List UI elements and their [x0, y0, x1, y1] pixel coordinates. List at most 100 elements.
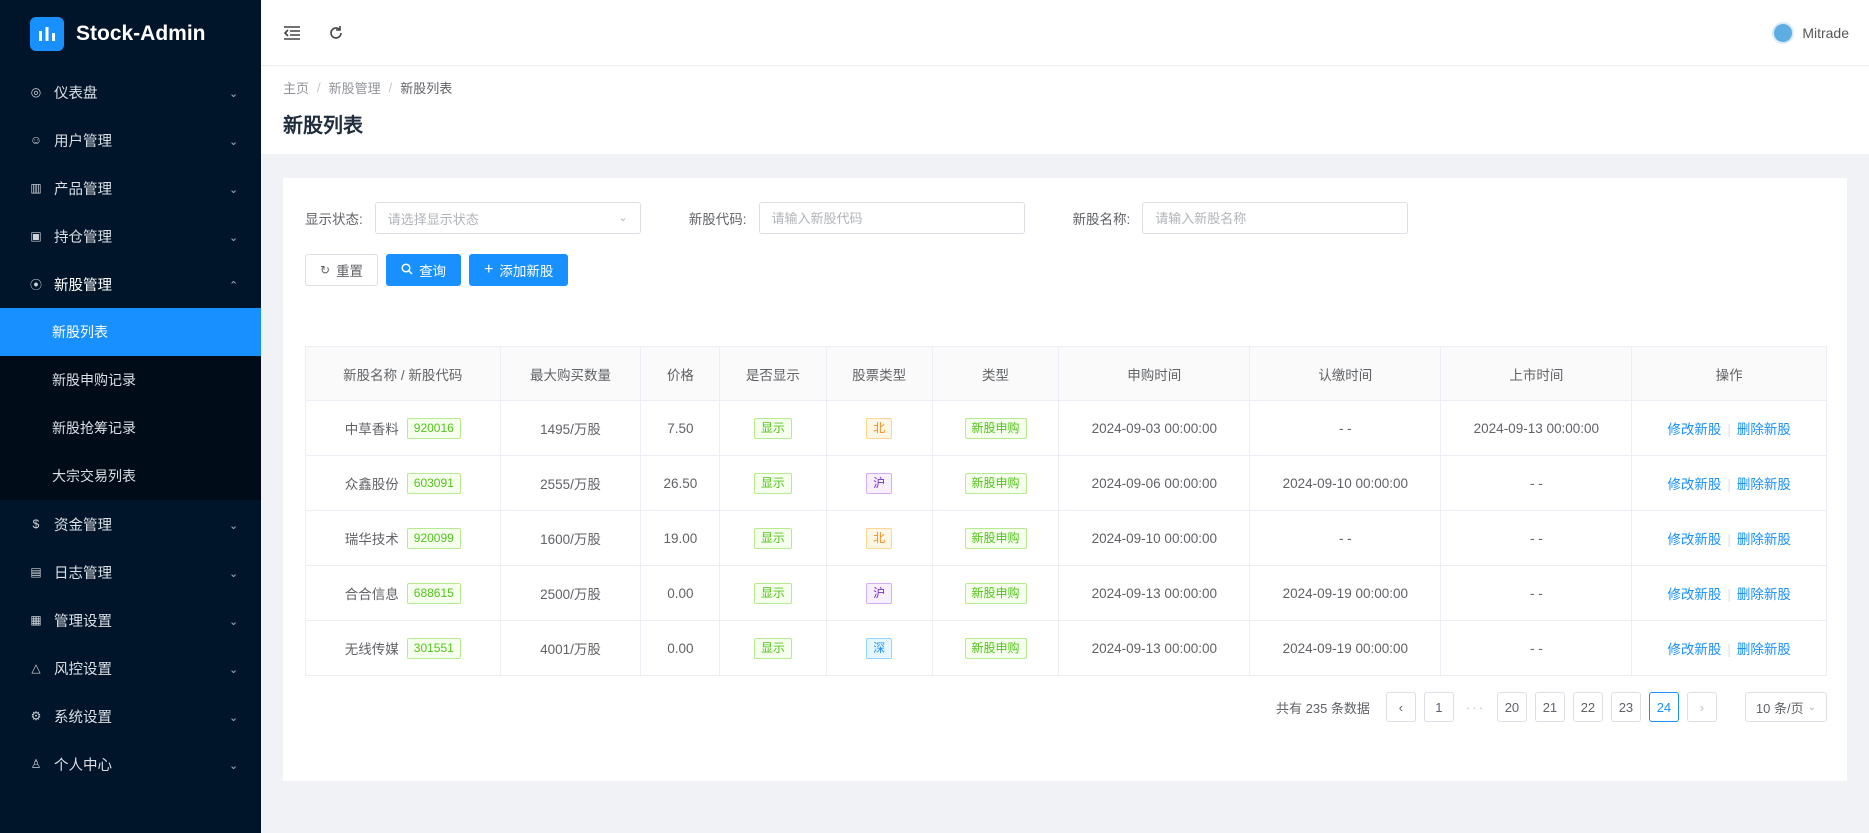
breadcrumb-home[interactable]: 主页 [283, 78, 309, 97]
status-select[interactable]: 请选择显示状态 ⌄ [374, 202, 641, 234]
page-title: 新股列表 [283, 115, 363, 137]
chevron-down-icon: ⌄ [1807, 701, 1816, 713]
sidebar-item-1[interactable]: ☺ 用户管理 ⌄ [0, 116, 261, 164]
edit-ipo-link[interactable]: 修改新股 [1667, 587, 1721, 602]
plus-icon: + [484, 261, 494, 278]
edit-ipo-link[interactable]: 修改新股 [1667, 477, 1721, 492]
reset-button[interactable]: ↻ 重置 [305, 254, 379, 286]
delete-ipo-link[interactable]: 删除新股 [1737, 587, 1791, 602]
sidebar-subitem-1[interactable]: 新股申购记录 [0, 356, 261, 404]
sidebar-item-label: 管理设置 [54, 613, 112, 630]
page-button[interactable]: 20 [1496, 692, 1527, 722]
stock-name: 瑞华技术 [344, 532, 399, 547]
stock-name: 众鑫股份 [344, 477, 399, 492]
price: 7.50 [640, 400, 721, 456]
page-button[interactable]: 1 [1423, 692, 1454, 722]
reset-icon: ↻ [320, 263, 331, 277]
stock-code-tag: 688615 [406, 582, 461, 604]
sidebar-subitem-3[interactable]: 大宗交易列表 [0, 452, 261, 500]
column-header: 类型 [931, 346, 1060, 401]
sidebar-item-8[interactable]: △ 风控设置 ⌄ [0, 644, 261, 692]
admin-icon: ▦ [30, 613, 42, 627]
market-tag: 沪 [866, 472, 893, 494]
sidebar-item-3[interactable]: ▣ 持仓管理 ⌄ [0, 212, 261, 260]
apply-time: 2024-09-13 00:00:00 [1058, 620, 1251, 676]
next-page-button[interactable]: › [1686, 692, 1717, 722]
action-buttons: ↻ 重置 查询 + 添加新股 [305, 254, 1825, 286]
add-ipo-button[interactable]: + 添加新股 [469, 254, 569, 286]
sidebar: Stock-Admin ◎ 仪表盘 ⌄ ☺ 用户管理 ⌄ ▥ 产品管理 ⌄ ▣ 持仓管理 ⌄ ⦿ 新股管理… [0, 0, 261, 833]
brand[interactable]: Stock-Admin [0, 0, 261, 68]
page-button[interactable]: 24 [1648, 692, 1679, 722]
user-menu[interactable]: Mitrade [1772, 21, 1849, 44]
query-button[interactable]: 查询 [386, 254, 462, 286]
sidebar-item-5[interactable]: $ 资金管理 ⌄ [0, 500, 261, 548]
chevron-down-icon: ⌄ [229, 88, 239, 100]
sidebar-item-label: 风控设置 [54, 661, 112, 678]
page-button[interactable]: 23 [1610, 692, 1641, 722]
type-tag: 新股申购 [964, 637, 1027, 659]
stock-name: 无线传媒 [344, 642, 399, 657]
position-icon: ▣ [30, 229, 42, 243]
apply-time: 2024-09-10 00:00:00 [1058, 510, 1251, 566]
brand-title: Stock-Admin [76, 22, 206, 45]
listing-time: - - [1440, 510, 1633, 566]
delete-ipo-link[interactable]: 删除新股 [1737, 532, 1791, 547]
pagination: 共有 235 条数据 ‹ 1 ··· 20 21 22 23 24 › 10 条/页 ⌄ [305, 692, 1827, 722]
stock-code-tag: 920099 [406, 527, 461, 549]
pay-time: - - [1249, 510, 1442, 566]
sidebar-item-6[interactable]: ▤ 日志管理 ⌄ [0, 548, 261, 596]
apply-time: 2024-09-13 00:00:00 [1058, 565, 1251, 621]
sidebar-item-2[interactable]: ▥ 产品管理 ⌄ [0, 164, 261, 212]
sidebar-item-4[interactable]: ⦿ 新股管理 ⌃ [0, 260, 261, 308]
price: 0.00 [640, 565, 721, 621]
more-pages-icon[interactable]: ··· [1466, 700, 1485, 715]
max-quantity: 1495/万股 [499, 400, 642, 456]
sidebar-item-9[interactable]: ⚙ 系统设置 ⌄ [0, 692, 261, 740]
type-tag: 新股申购 [964, 417, 1027, 439]
max-quantity: 4001/万股 [499, 620, 642, 676]
prev-page-button[interactable]: ‹ [1385, 692, 1416, 722]
name-input[interactable] [1142, 202, 1409, 234]
pay-time: 2024-09-10 00:00:00 [1249, 455, 1442, 511]
topbar: Mitrade [261, 0, 1869, 66]
ipo-icon: ⦿ [29, 277, 42, 292]
breadcrumb-section[interactable]: 新股管理 [329, 78, 381, 97]
sidebar-item-label: 资金管理 [54, 517, 112, 534]
column-header: 是否显示 [719, 346, 827, 401]
chevron-down-icon: ⌄ [229, 712, 239, 724]
table-row: 中草香料 920016 1495/万股 7.50 显示 北 新股申购 2024-09-03 0… [305, 400, 1827, 456]
table-header-row: 新股名称 / 新股代码 最大购买数量 价格 是否显示 股票类型 类型 申购时间 认缴时间 上市时… [305, 346, 1827, 401]
table-row: 无线传媒 301551 4001/万股 0.00 显示 深 新股申购 2024-09-13 0… [305, 620, 1827, 676]
chevron-down-icon: ⌄ [229, 184, 239, 196]
sidebar-item-label: 用户管理 [54, 133, 112, 150]
refresh-icon[interactable] [325, 22, 347, 44]
edit-ipo-link[interactable]: 修改新股 [1667, 422, 1721, 437]
market-tag: 沪 [866, 582, 893, 604]
page-size-select[interactable]: 10 条/页 ⌄ [1744, 692, 1827, 722]
sidebar-item-label: 新股管理 [54, 277, 112, 294]
page-button[interactable]: 21 [1534, 692, 1565, 722]
menu-fold-icon[interactable] [281, 22, 303, 44]
listing-time: - - [1440, 455, 1633, 511]
show-status-tag: 显示 [753, 582, 792, 604]
type-tag: 新股申购 [964, 472, 1027, 494]
delete-ipo-link[interactable]: 删除新股 [1737, 477, 1791, 492]
edit-ipo-link[interactable]: 修改新股 [1667, 642, 1721, 657]
sidebar-item-0[interactable]: ◎ 仪表盘 ⌄ [0, 68, 261, 116]
delete-ipo-link[interactable]: 删除新股 [1737, 642, 1791, 657]
edit-ipo-link[interactable]: 修改新股 [1667, 532, 1721, 547]
sidebar-subitem-2[interactable]: 新股抢筹记录 [0, 404, 261, 452]
sidebar-item-7[interactable]: ▦ 管理设置 ⌄ [0, 596, 261, 644]
show-status-tag: 显示 [753, 417, 792, 439]
sidebar-item-10[interactable]: ♙ 个人中心 ⌄ [0, 740, 261, 788]
code-input[interactable] [758, 202, 1025, 234]
sidebar-subitem-0[interactable]: 新股列表 [0, 308, 261, 356]
apply-time: 2024-09-06 00:00:00 [1058, 455, 1251, 511]
column-header: 新股名称 / 新股代码 [305, 346, 501, 401]
column-header: 价格 [640, 346, 721, 401]
breadcrumb-current: 新股列表 [400, 81, 453, 96]
sidebar-menu: ◎ 仪表盘 ⌄ ☺ 用户管理 ⌄ ▥ 产品管理 ⌄ ▣ 持仓管理 ⌄ ⦿ 新股管理 ⌃ 新股列表 新股申购记录新… [0, 68, 261, 788]
page-button[interactable]: 22 [1572, 692, 1603, 722]
delete-ipo-link[interactable]: 删除新股 [1737, 422, 1791, 437]
